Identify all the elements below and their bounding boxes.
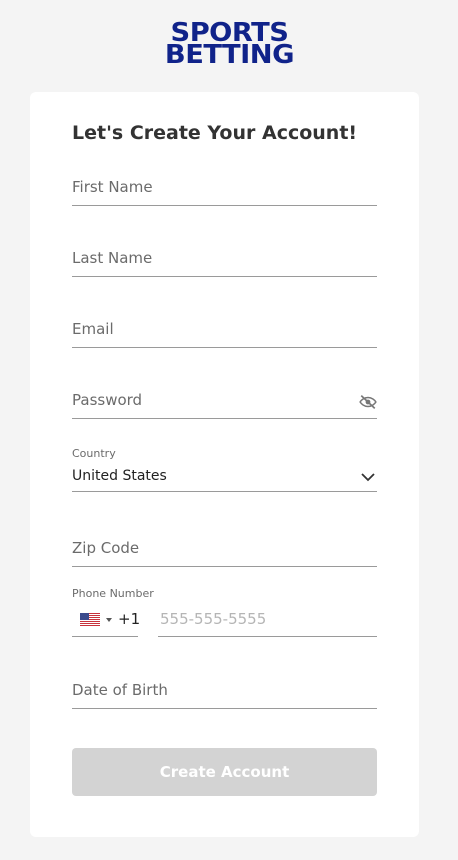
chevron-down-icon — [361, 473, 375, 482]
signup-card: Let's Create Your Account! First Name La… — [30, 92, 419, 837]
last-name-placeholder: Last Name — [72, 249, 153, 267]
phone-country-select[interactable]: +1 — [72, 603, 141, 637]
eye-off-icon[interactable] — [359, 394, 377, 410]
country-label: Country — [72, 447, 116, 460]
logo-line-2: BETTING — [164, 40, 294, 70]
signup-page: SPORTS BETTING Let's Create Your Account… — [0, 0, 458, 860]
sportsbetting-logo[interactable]: SPORTS BETTING — [0, 20, 458, 70]
country-value: United States — [72, 468, 167, 484]
phone-placeholder: 555-555-5555 — [160, 610, 267, 628]
last-name-field[interactable]: Last Name — [72, 235, 377, 277]
first-name-placeholder: First Name — [72, 178, 153, 196]
password-placeholder: Password — [72, 391, 143, 409]
password-field[interactable]: Password — [72, 377, 377, 419]
email-placeholder: Email — [72, 320, 114, 338]
form-title: Let's Create Your Account! — [72, 122, 358, 144]
phone-number-input[interactable]: 555-555-5555 — [158, 603, 377, 637]
date-of-birth-field[interactable]: Date of Birth — [72, 667, 377, 709]
date-of-birth-placeholder: Date of Birth — [72, 681, 168, 699]
first-name-field[interactable]: First Name — [72, 164, 377, 206]
caret-down-icon — [106, 618, 112, 622]
country-select[interactable]: United States — [72, 460, 377, 492]
phone-label: Phone Number — [72, 587, 154, 600]
email-field[interactable]: Email — [72, 306, 377, 348]
phone-dial-code: +1 — [118, 610, 141, 628]
zip-code-field[interactable]: Zip Code — [72, 525, 377, 567]
us-flag-icon — [80, 613, 100, 626]
create-account-button[interactable]: Create Account — [72, 748, 377, 796]
zip-code-placeholder: Zip Code — [72, 539, 140, 557]
